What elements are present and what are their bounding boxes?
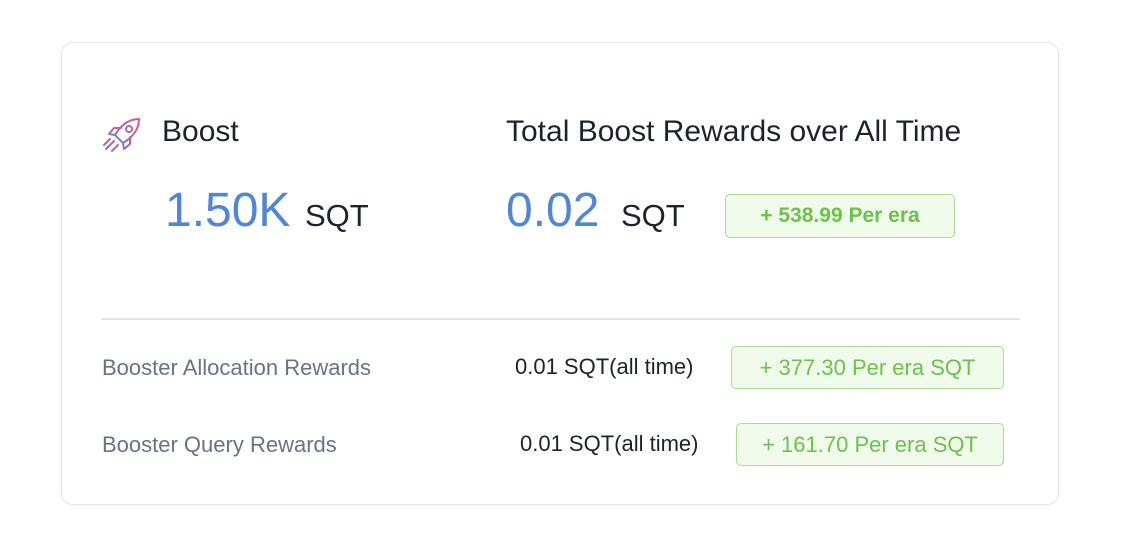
total-rewards-unit: SQT <box>621 198 685 233</box>
booster-allocation-label: Booster Allocation Rewards <box>102 355 372 380</box>
booster-allocation-badge: + 377.30 Per era SQT <box>731 346 1004 389</box>
boost-value: 1.50K <box>165 184 291 237</box>
boost-title: Boost <box>162 115 239 148</box>
boost-unit: SQT <box>305 198 369 233</box>
booster-query-value: 0.01 SQT(all time) <box>520 431 699 456</box>
booster-query-label: Booster Query Rewards <box>102 432 337 457</box>
total-rewards-title: Total Boost Rewards over All Time <box>506 115 962 148</box>
booster-query-badge: + 161.70 Per era SQT <box>736 423 1004 466</box>
rocket-icon <box>103 118 140 152</box>
total-rewards-value: 0.02 <box>506 184 600 237</box>
per-era-badge: + 538.99 Per era <box>725 194 955 238</box>
divider <box>101 318 1020 320</box>
booster-allocation-value: 0.01 SQT(all time) <box>515 354 694 379</box>
